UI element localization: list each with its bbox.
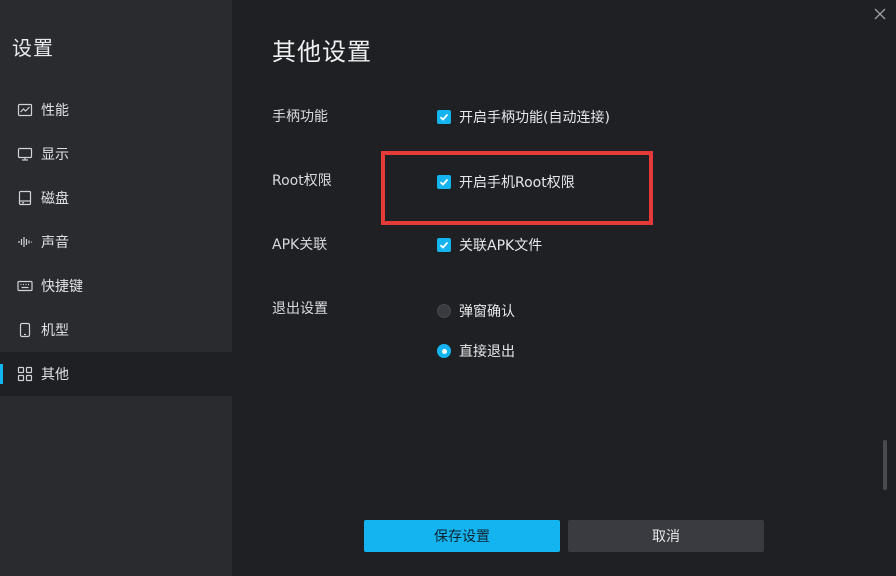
apk-checkbox-option[interactable]: 关联APK文件 bbox=[437, 235, 542, 255]
sidebar-title: 设置 bbox=[12, 36, 54, 60]
sidebar-nav: 性能 显示 磁盘 声音 快捷键 机型 其他 bbox=[0, 88, 232, 396]
page-title: 其他设置 bbox=[272, 38, 372, 66]
sidebar-item-label: 声音 bbox=[41, 235, 69, 251]
phone-icon bbox=[17, 322, 33, 338]
settings-window: 设置 性能 显示 磁盘 声音 快捷键 机型 其他 其他设置 手柄功能 开启手柄功… bbox=[0, 0, 896, 576]
audio-wave-icon bbox=[17, 234, 33, 250]
exit-option-direct[interactable]: 直接退出 bbox=[437, 341, 515, 361]
checkbox-checked-icon[interactable] bbox=[437, 238, 451, 252]
sidebar-item-label: 磁盘 bbox=[41, 191, 69, 207]
sidebar-item-label: 快捷键 bbox=[41, 279, 83, 295]
exit-section-label: 退出设置 bbox=[272, 301, 328, 317]
sidebar-item-shortcuts[interactable]: 快捷键 bbox=[0, 264, 232, 308]
close-button[interactable] bbox=[872, 6, 888, 22]
save-button[interactable]: 保存设置 bbox=[364, 520, 560, 552]
gamepad-checkbox-option[interactable]: 开启手柄功能(自动连接) bbox=[437, 107, 610, 127]
exit-option-label: 弹窗确认 bbox=[459, 304, 515, 320]
sidebar-item-sound[interactable]: 声音 bbox=[0, 220, 232, 264]
scrollbar-thumb[interactable] bbox=[883, 440, 887, 490]
keyboard-icon bbox=[17, 278, 33, 294]
sidebar-item-label: 机型 bbox=[41, 323, 69, 339]
sidebar-item-disk[interactable]: 磁盘 bbox=[0, 176, 232, 220]
highlight-annotation-box bbox=[381, 151, 653, 225]
grid-icon bbox=[17, 366, 33, 382]
sidebar-item-device-model[interactable]: 机型 bbox=[0, 308, 232, 352]
gamepad-section-label: 手柄功能 bbox=[272, 109, 328, 125]
sidebar-item-label: 显示 bbox=[41, 147, 69, 163]
chart-line-icon bbox=[17, 102, 33, 118]
radio-checked-icon[interactable] bbox=[437, 344, 451, 358]
sidebar-item-display[interactable]: 显示 bbox=[0, 132, 232, 176]
close-icon bbox=[872, 7, 888, 26]
sidebar-item-performance[interactable]: 性能 bbox=[0, 88, 232, 132]
exit-option-label: 直接退出 bbox=[459, 344, 515, 360]
exit-option-confirm[interactable]: 弹窗确认 bbox=[437, 301, 515, 321]
sidebar-item-label: 其他 bbox=[41, 367, 69, 383]
disk-icon bbox=[17, 190, 33, 206]
active-indicator bbox=[0, 364, 3, 384]
sidebar-item-label: 性能 bbox=[41, 103, 69, 119]
apk-section-label: APK关联 bbox=[272, 237, 328, 253]
apk-option-label: 关联APK文件 bbox=[459, 238, 543, 254]
sidebar: 设置 性能 显示 磁盘 声音 快捷键 机型 其他 bbox=[0, 0, 232, 576]
monitor-icon bbox=[17, 146, 33, 162]
sidebar-item-other[interactable]: 其他 bbox=[0, 352, 232, 396]
root-section-label: Root权限 bbox=[272, 173, 332, 189]
radio-unchecked-icon[interactable] bbox=[437, 304, 451, 318]
gamepad-option-label: 开启手柄功能(自动连接) bbox=[459, 110, 610, 126]
cancel-button[interactable]: 取消 bbox=[568, 520, 764, 552]
checkbox-checked-icon[interactable] bbox=[437, 110, 451, 124]
